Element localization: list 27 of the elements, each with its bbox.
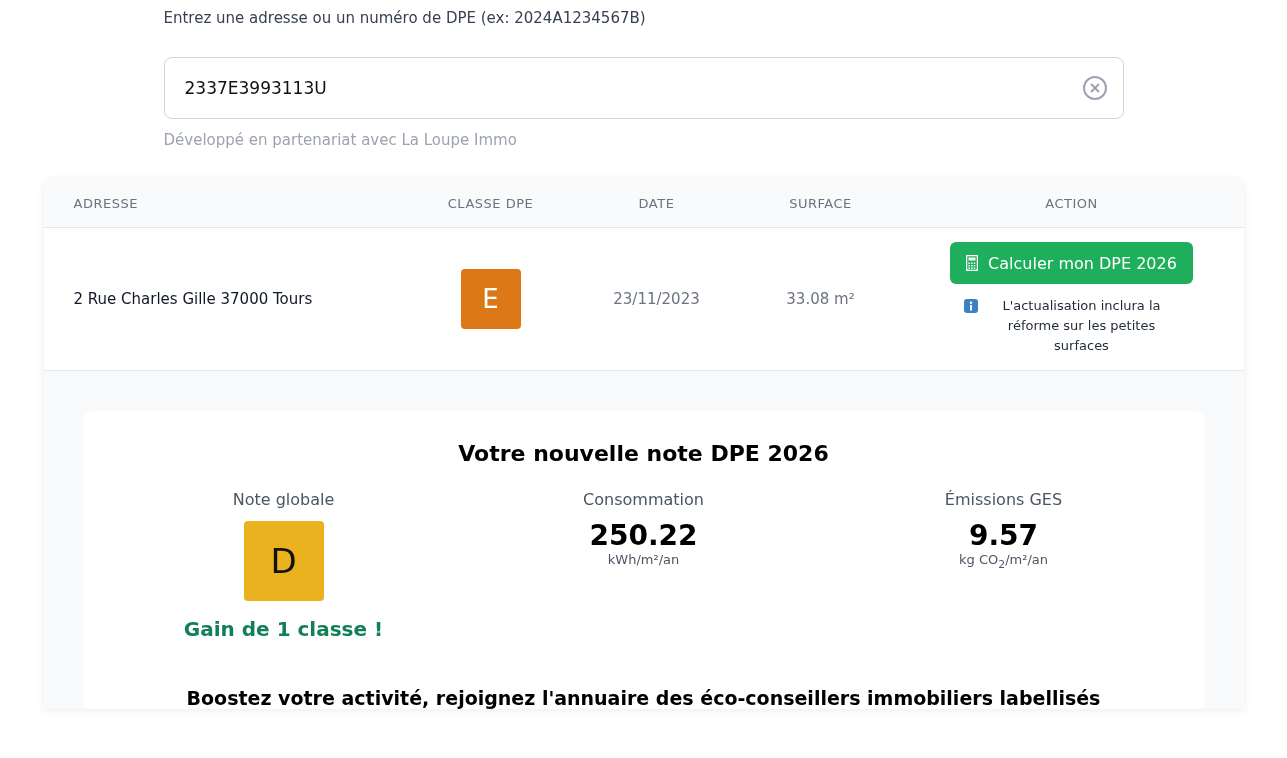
metric-label: Émissions GES xyxy=(944,490,1063,509)
result-title: Votre nouvelle note DPE 2026 xyxy=(458,441,829,466)
partner-note: Développé en partenariat avec La Loupe Immo xyxy=(163,131,518,149)
surface-cell-text: 33.08 m² xyxy=(785,290,856,308)
metric-value: 250.22 xyxy=(589,519,698,552)
column-header: DATE xyxy=(637,195,676,211)
column-header: ADRESSE xyxy=(72,195,139,211)
gain-text: Gain de 1 classe ! xyxy=(183,617,384,641)
new-dpe-class-badge: D xyxy=(243,521,324,601)
metric-unit: kWh/m²/an xyxy=(607,552,680,567)
column-header: SURFACE xyxy=(788,195,853,211)
metric-label: Consommation xyxy=(583,490,704,509)
clear-icon[interactable] xyxy=(1081,75,1108,101)
date-cell-text: 23/11/2023 xyxy=(612,290,701,308)
dpe-class-badge: E xyxy=(460,269,521,329)
metric-unit: kg CO$_{2}$/m²/an xyxy=(959,552,1048,571)
metric-value: 9.57 xyxy=(968,519,1039,552)
column-header: ACTION xyxy=(1044,195,1099,211)
metric-label: Note globale xyxy=(232,490,335,509)
promo-heading: Boostez votre activité, rejoignez l'annuaire des éco-conseillers immobiliers labellisés xyxy=(186,687,1101,709)
search-field[interactable]: 2337E3993113U xyxy=(163,57,1124,119)
calculator-icon xyxy=(966,255,979,271)
action-note: L'actualisation inclura la réforme sur les petites surfaces xyxy=(1001,297,1162,355)
info-icon xyxy=(964,299,978,313)
search-label: Entrez une adresse ou un numéro de DPE (ex: 2024A1234567B) xyxy=(163,8,647,29)
column-header: CLASSE DPE xyxy=(446,195,535,211)
address-cell-text: 2 Rue Charles Gille 37000 Tours xyxy=(72,290,314,308)
